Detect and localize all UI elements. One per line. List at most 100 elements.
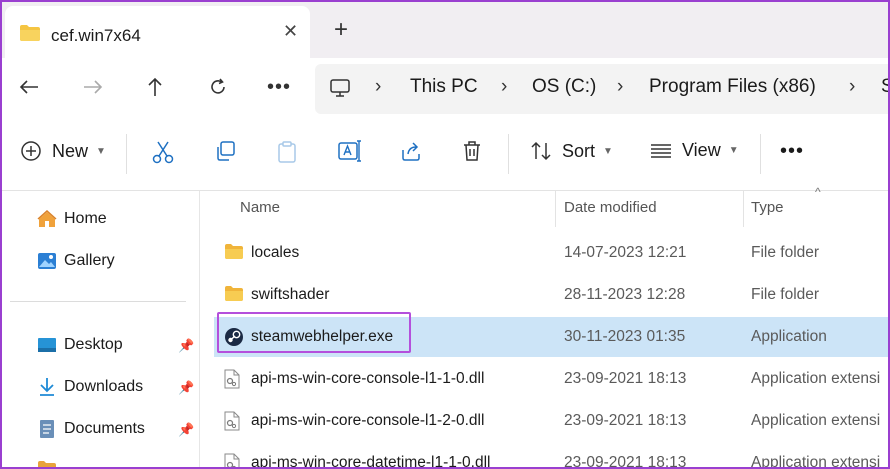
tab-title: cef.win7x64	[51, 26, 141, 46]
dll-file-icon	[224, 411, 240, 436]
share-icon	[400, 140, 422, 162]
up-arrow-icon[interactable]	[140, 72, 170, 102]
tab-bar: cef.win7x64 ✕ +	[2, 2, 888, 58]
sort-arrows-icon	[530, 140, 552, 162]
file-type: Application	[751, 328, 827, 346]
navigation-pane: Home Gallery Desktop 📌 Downloads 📌	[2, 191, 200, 469]
tab-cef-win7x64[interactable]: cef.win7x64 ✕	[5, 6, 310, 58]
more-options-icon[interactable]: •••	[264, 72, 294, 102]
see-more-icon[interactable]: •••	[780, 140, 804, 163]
paste-button[interactable]	[276, 140, 298, 164]
folder-icon	[36, 457, 58, 469]
sidebar-item-desktop[interactable]: Desktop	[36, 334, 123, 356]
chevron-down-icon: ▼	[96, 146, 106, 157]
column-divider[interactable]	[743, 191, 744, 227]
steam-icon	[224, 327, 244, 352]
gallery-icon	[36, 250, 58, 272]
pin-icon[interactable]: 📌	[178, 380, 194, 396]
close-tab-icon[interactable]: ✕	[283, 21, 298, 42]
view-list-icon	[650, 142, 672, 160]
file-name: api-ms-win-core-console-l1-1-0.dll	[251, 370, 484, 388]
file-row-dll[interactable]: api-ms-win-core-console-l1-1-0.dll 23-09…	[214, 359, 890, 399]
column-header-type[interactable]: Type	[751, 199, 784, 216]
desktop-icon	[36, 334, 58, 356]
dll-file-icon	[224, 453, 240, 469]
column-header-name[interactable]: Name	[240, 199, 280, 216]
file-date: 28-11-2023 12:28	[564, 286, 685, 304]
chevron-right-icon: ›	[617, 76, 623, 98]
delete-button[interactable]	[462, 140, 482, 162]
plus-circle-icon	[20, 140, 42, 162]
file-type: Application extensi	[751, 370, 880, 388]
copy-button[interactable]	[214, 140, 236, 162]
forward-arrow-icon[interactable]	[78, 72, 108, 102]
file-date: 30-11-2023 01:35	[564, 328, 685, 346]
command-bar: New ▼ Sort ▼ View ▼	[2, 118, 888, 191]
chevron-right-icon: ›	[375, 76, 381, 98]
file-row-dll[interactable]: api-ms-win-core-console-l1-2-0.dll 23-09…	[214, 401, 890, 441]
file-name: locales	[251, 244, 299, 262]
address-bar[interactable]: › This PC › OS (C:) › Program Files (x86…	[315, 64, 890, 114]
new-button[interactable]: New ▼	[20, 140, 106, 162]
sort-button[interactable]: Sort ▼	[530, 140, 613, 162]
sidebar-divider	[10, 301, 186, 302]
back-arrow-icon[interactable]	[14, 72, 44, 102]
sidebar-item-downloads[interactable]: Downloads	[36, 376, 143, 398]
sidebar-item-label: Downloads	[64, 378, 143, 396]
document-icon	[36, 418, 58, 440]
breadcrumb-next[interactable]: S	[881, 76, 890, 98]
file-explorer-window: cef.win7x64 ✕ + ••• › This PC › OS (C:) …	[0, 0, 890, 469]
file-type: File folder	[751, 244, 819, 262]
file-name: api-ms-win-core-console-l1-2-0.dll	[251, 412, 484, 430]
cut-button[interactable]	[152, 140, 174, 164]
sidebar-item-label: Documents	[64, 420, 145, 438]
column-header-date[interactable]: Date modified	[564, 199, 657, 216]
copy-icon	[214, 140, 236, 162]
dll-file-icon	[224, 369, 240, 394]
toolbar-divider	[508, 134, 509, 174]
toolbar-divider	[760, 134, 761, 174]
chevron-down-icon: ▼	[729, 145, 739, 156]
file-row-steamwebhelper[interactable]: steamwebhelper.exe 30-11-2023 01:35 Appl…	[214, 317, 890, 357]
file-date: 23-09-2021 18:13	[564, 454, 686, 469]
refresh-icon[interactable]	[203, 72, 233, 102]
pin-icon[interactable]: 📌	[178, 338, 194, 354]
sidebar-item-label: Gallery	[64, 252, 115, 270]
trash-icon	[462, 140, 482, 162]
column-divider[interactable]	[555, 191, 556, 227]
file-name: steamwebhelper.exe	[251, 328, 393, 346]
view-button[interactable]: View ▼	[650, 140, 739, 161]
rename-button[interactable]	[338, 140, 362, 162]
sort-indicator-icon: ^	[815, 185, 821, 199]
scissors-icon	[152, 140, 174, 164]
home-icon	[36, 208, 58, 230]
rename-icon	[338, 140, 362, 162]
file-date: 23-09-2021 18:13	[564, 370, 686, 388]
new-tab-icon[interactable]: +	[334, 16, 348, 44]
clipboard-icon	[276, 140, 298, 164]
file-name: api-ms-win-core-datetime-l1-1-0.dll	[251, 454, 490, 469]
view-label: View	[682, 140, 721, 161]
toolbar-divider	[126, 134, 127, 174]
sidebar-item-label: Home	[64, 210, 107, 228]
file-row-locales[interactable]: locales 14-07-2023 12:21 File folder	[214, 233, 890, 273]
file-row-swiftshader[interactable]: swiftshader 28-11-2023 12:28 File folder	[214, 275, 890, 315]
download-arrow-icon	[36, 376, 58, 398]
file-name: swiftshader	[251, 286, 329, 304]
sidebar-item-partial[interactable]	[36, 457, 64, 469]
folder-icon	[19, 24, 41, 47]
pin-icon[interactable]: 📌	[178, 422, 194, 438]
breadcrumb-os-c[interactable]: OS (C:)	[532, 76, 596, 98]
sidebar-item-documents[interactable]: Documents	[36, 418, 145, 440]
sidebar-item-home[interactable]: Home	[36, 208, 107, 230]
breadcrumb-program-files[interactable]: Program Files (x86)	[649, 76, 816, 98]
navigation-bar: ••• › This PC › OS (C:) › Program Files …	[2, 58, 888, 118]
sidebar-item-gallery[interactable]: Gallery	[36, 250, 115, 272]
file-type: Application extensi	[751, 454, 880, 469]
file-row-dll[interactable]: api-ms-win-core-datetime-l1-1-0.dll 23-0…	[214, 443, 890, 469]
new-label: New	[52, 141, 88, 162]
file-list: ^ Name Date modified Type locales 14-07-…	[200, 191, 890, 469]
share-button[interactable]	[400, 140, 422, 162]
breadcrumb-this-pc[interactable]: This PC	[410, 76, 478, 98]
file-date: 14-07-2023 12:21	[564, 244, 686, 262]
